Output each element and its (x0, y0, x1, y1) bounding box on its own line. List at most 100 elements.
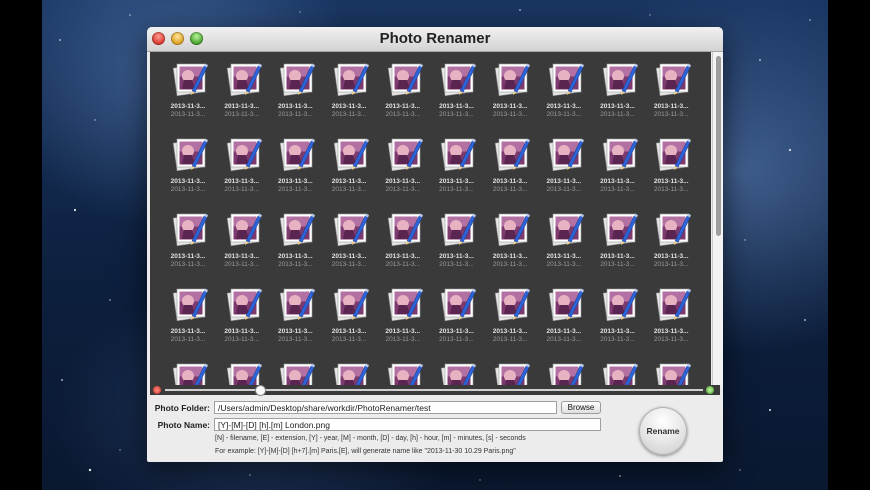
photo-item[interactable]: 2013-11-3...2013-11-3... (375, 58, 428, 133)
photo-with-pen-icon (278, 210, 316, 248)
photo-caption-name: 2013-11-3... (385, 253, 421, 260)
photo-caption-new-name: 2013-11-3... (653, 261, 689, 268)
photo-item[interactable]: 2013-11-3...2013-11-3... (482, 283, 535, 358)
photo-item[interactable]: 2013-11-3...2013-11-3... (267, 208, 320, 283)
slider-knob[interactable] (255, 385, 266, 396)
photo-item[interactable]: 2013-11-3...2013-11-3... (482, 133, 535, 208)
photo-item[interactable]: 2013-11-3...2013-11-3... (214, 283, 267, 358)
photo-name-label: Photo Name: (157, 420, 210, 430)
photo-caption-new-name: 2013-11-3... (278, 111, 313, 118)
photo-item[interactable]: 2013-11-3...2013-11-3... (536, 133, 589, 208)
photo-caption-new-name: 2013-11-3... (492, 336, 528, 343)
photo-item[interactable]: 2013-11-3...2013-11-3... (214, 358, 267, 385)
photo-item[interactable]: 2013-11-3...2013-11-3... (643, 358, 696, 385)
photo-item[interactable]: 2013-11-3...2013-11-3... (428, 208, 481, 283)
photo-with-pen-icon (654, 360, 692, 385)
photo-item[interactable]: 2013-11-3...2013-11-3... (160, 283, 213, 358)
photo-item[interactable]: 2013-11-3...2013-11-3... (428, 358, 481, 385)
photo-item[interactable]: 2013-11-3...2013-11-3... (160, 208, 213, 283)
photo-item[interactable]: 2013-11-3...2013-11-3... (590, 58, 643, 133)
browse-button[interactable]: Browse (561, 401, 601, 414)
photo-item[interactable]: 2013-11-3...2013-11-3... (375, 133, 428, 208)
photo-caption-name: 2013-11-3... (653, 328, 689, 335)
photo-caption-name: 2013-11-3... (278, 103, 313, 110)
photo-caption-new-name: 2013-11-3... (385, 111, 421, 118)
photo-item[interactable]: 2013-11-3...2013-11-3... (482, 358, 535, 385)
photo-item[interactable]: 2013-11-3...2013-11-3... (590, 208, 643, 283)
photo-caption-name: 2013-11-3... (492, 328, 528, 335)
rename-button[interactable]: Rename (639, 407, 687, 455)
photo-item[interactable]: 2013-11-3...2013-11-3... (160, 58, 213, 133)
photo-item[interactable]: 2013-11-3...2013-11-3... (321, 133, 374, 208)
photo-grid-area[interactable]: 2013-11-3... 2013-11-3... 2013-11-3... 2013… (150, 52, 711, 385)
photo-caption-new-name: 2013-11-3... (385, 336, 421, 343)
photo-item[interactable]: 2013-11-3...2013-11-3... (590, 133, 643, 208)
photo-caption-name: 2013-11-3... (600, 253, 635, 260)
photo-with-pen-icon (386, 210, 424, 248)
photo-item[interactable]: 2013-11-3...2013-11-3... (214, 58, 267, 133)
photo-caption-name: 2013-11-3... (600, 178, 635, 185)
photo-caption-name: 2013-11-3... (224, 328, 260, 335)
photo-caption-new-name: 2013-11-3... (278, 186, 313, 193)
photo-caption-new-name: 2013-11-3... (600, 186, 635, 193)
photo-item[interactable]: 2013-11-3...2013-11-3... (482, 58, 535, 133)
photo-item[interactable]: 2013-11-3...2013-11-3... (482, 208, 535, 283)
right-black-bar (828, 0, 870, 490)
thumbnail-size-slider[interactable] (150, 385, 720, 396)
photo-item[interactable]: 2013-11-3...2013-11-3... (536, 283, 589, 358)
photo-item[interactable]: 2013-11-3...2013-11-3... (643, 58, 696, 133)
photo-caption-name: 2013-11-3... (278, 178, 313, 185)
photo-caption-name: 2013-11-3... (331, 253, 367, 260)
photo-item[interactable]: 2013-11-3...2013-11-3... (428, 58, 481, 133)
photo-item[interactable]: 2013-11-3...2013-11-3... (375, 208, 428, 283)
photo-item[interactable]: 2013-11-3...2013-11-3... (267, 283, 320, 358)
photo-caption-new-name: 2013-11-3... (170, 336, 206, 343)
photo-item[interactable]: 2013-11-3...2013-11-3... (536, 358, 589, 385)
photo-with-pen-icon (654, 60, 692, 98)
photo-caption-new-name: 2013-11-3... (278, 336, 313, 343)
photo-caption-name: 2013-11-3... (224, 253, 260, 260)
photo-item[interactable]: 2013-11-3...2013-11-3... (321, 358, 374, 385)
photo-item[interactable]: 2013-11-3...2013-11-3... (160, 358, 213, 385)
photo-item[interactable]: 2013-11-3...2013-11-3... (428, 133, 481, 208)
photo-item[interactable]: 2013-11-3...2013-11-3... (590, 283, 643, 358)
title-bar[interactable]: Photo Renamer (147, 27, 723, 52)
photo-caption-new-name: 2013-11-3... (331, 261, 367, 268)
photo-caption-new-name: 2013-11-3... (331, 336, 367, 343)
photo-item[interactable]: 2013-11-3...2013-11-3... (428, 283, 481, 358)
photo-item[interactable]: 2013-11-3...2013-11-3... (536, 208, 589, 283)
photo-folder-field[interactable]: /Users/admin/Desktop/share/workdir/Photo… (214, 401, 557, 414)
photo-name-field[interactable]: [Y]-[M]-[D] [h].[m] London.png (214, 418, 601, 431)
photo-item[interactable]: 2013-11-3...2013-11-3... (214, 133, 267, 208)
photo-item[interactable]: 2013-11-3...2013-11-3... (214, 208, 267, 283)
photo-caption-new-name: 2013-11-3... (492, 261, 528, 268)
photo-caption-name: 2013-11-3... (170, 103, 206, 110)
photo-with-pen-icon (171, 360, 209, 385)
photo-caption-new-name: 2013-11-3... (600, 261, 635, 268)
photo-item[interactable]: 2013-11-3...2013-11-3... (267, 358, 320, 385)
photo-item[interactable]: 2013-11-3...2013-11-3... (375, 358, 428, 385)
vertical-scroll-knob[interactable] (716, 56, 721, 236)
slider-track[interactable] (165, 389, 703, 391)
photo-with-pen-icon (278, 360, 316, 385)
photo-with-pen-icon (547, 135, 585, 173)
photo-item[interactable]: 2013-11-3...2013-11-3... (590, 358, 643, 385)
photo-item[interactable]: 2013-11-3...2013-11-3... (643, 208, 696, 283)
photo-item[interactable]: 2013-11-3...2013-11-3... (321, 58, 374, 133)
photo-item[interactable]: 2013-11-3...2013-11-3... (375, 283, 428, 358)
photo-item[interactable]: 2013-11-3...2013-11-3... (321, 283, 374, 358)
photo-item[interactable]: 2013-11-3...2013-11-3... (321, 208, 374, 283)
photo-item[interactable]: 2013-11-3...2013-11-3... (267, 58, 320, 133)
photo-caption-new-name: 2013-11-3... (224, 186, 259, 193)
photo-item[interactable]: 2013-11-3...2013-11-3... (160, 133, 213, 208)
photo-with-pen-icon (654, 285, 692, 323)
photo-with-pen-icon (171, 210, 209, 248)
photo-with-pen-icon (439, 135, 477, 173)
photo-item[interactable]: 2013-11-3...2013-11-3... (643, 133, 696, 208)
photo-caption-name: 2013-11-3... (439, 103, 474, 110)
photo-item[interactable]: 2013-11-3...2013-11-3... (643, 283, 696, 358)
photo-item[interactable]: 2013-11-3...2013-11-3... (267, 133, 320, 208)
photo-item[interactable]: 2013-11-3...2013-11-3... (536, 58, 589, 133)
vertical-scrollbar[interactable] (712, 52, 723, 385)
format-hint: [N] - filename, [E] - extension, [Y] - y… (215, 435, 526, 442)
